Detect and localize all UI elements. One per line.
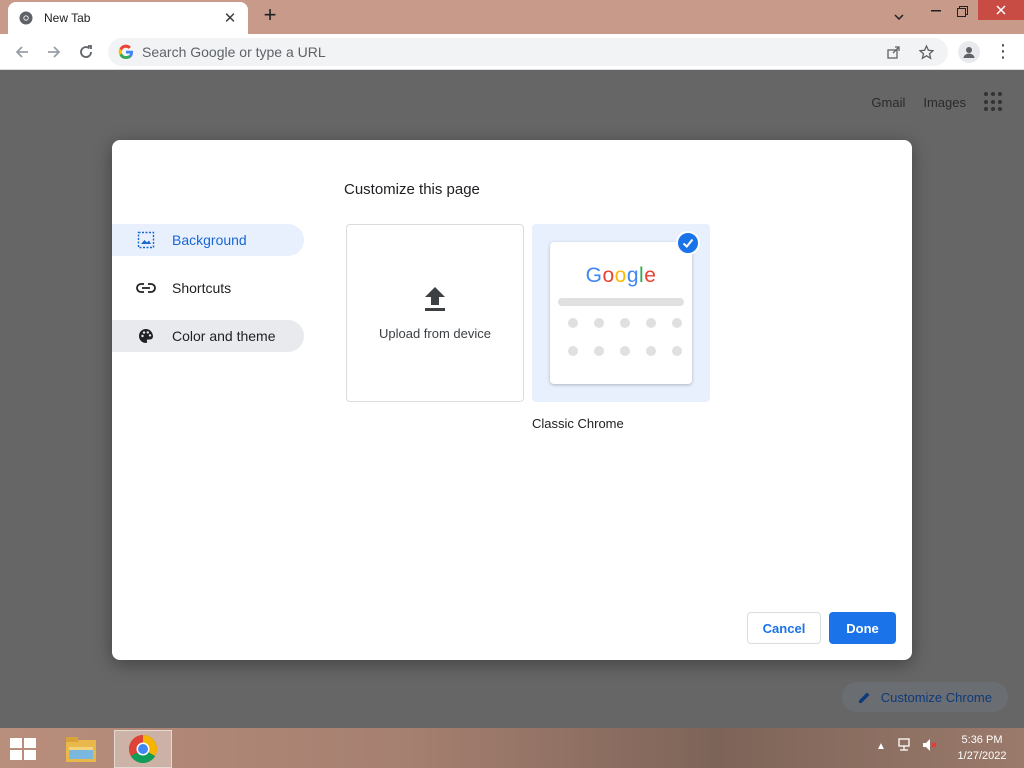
customize-chrome-label: Customize Chrome	[880, 689, 992, 705]
browser-toolbar: Search Google or type a URL ⋮	[0, 34, 1024, 70]
taskbar-clock[interactable]: 5:36 PM 1/27/2022	[950, 732, 1014, 764]
network-icon[interactable]	[896, 738, 912, 755]
classic-chrome-preview: Google	[550, 242, 692, 384]
volume-muted-icon[interactable]	[922, 738, 938, 755]
top-links: Gmail Images	[871, 92, 1004, 112]
windows-taskbar: ▲ 5:36 PM 1/27/2022	[0, 728, 1024, 768]
preview-shortcut-dots	[568, 318, 682, 356]
new-tab-button[interactable]: +	[258, 4, 282, 28]
link-icon	[136, 278, 156, 298]
tab-new-tab[interactable]: New Tab ✕	[8, 2, 248, 34]
system-tray: ▲	[876, 738, 938, 755]
customize-chrome-button[interactable]: Customize Chrome	[841, 682, 1008, 712]
clock-date: 1/27/2022	[957, 750, 1007, 762]
chrome-taskbar-icon[interactable]	[114, 730, 172, 768]
upload-icon	[425, 286, 445, 311]
palette-icon	[136, 326, 156, 346]
image-icon	[136, 230, 156, 250]
reload-icon[interactable]	[74, 40, 98, 64]
customize-dialog: Customize this page Background Shortcuts…	[112, 140, 912, 660]
upload-from-device-tile[interactable]: Upload from device	[346, 224, 524, 402]
preview-search-bar	[558, 298, 684, 306]
kebab-menu-icon[interactable]: ⋮	[993, 40, 1013, 64]
omnibox-input[interactable]: Search Google or type a URL	[142, 44, 884, 60]
sidebar-item-shortcuts[interactable]: Shortcuts	[112, 272, 304, 304]
forward-arrow-icon[interactable]	[42, 40, 66, 64]
tab-search-icon[interactable]	[888, 6, 910, 28]
tab-close-icon[interactable]: ✕	[222, 10, 238, 27]
gmail-link[interactable]: Gmail	[871, 95, 905, 110]
sidebar-item-label: Background	[172, 232, 247, 248]
windows-start-icon[interactable]	[10, 738, 38, 760]
profile-avatar-icon[interactable]	[958, 41, 980, 63]
cancel-button[interactable]: Cancel	[747, 612, 821, 644]
bookmark-star-icon[interactable]	[916, 42, 936, 62]
clock-time: 5:36 PM	[961, 734, 1003, 746]
pencil-icon	[858, 692, 870, 703]
omnibox[interactable]: Search Google or type a URL	[108, 38, 948, 66]
tab-title: New Tab	[44, 11, 91, 25]
sidebar-item-background[interactable]: Background	[112, 224, 304, 256]
upload-label: Upload from device	[379, 325, 491, 341]
sidebar-item-label: Shortcuts	[172, 280, 232, 296]
selected-check-icon	[676, 231, 700, 255]
chrome-icon	[18, 10, 34, 26]
apps-grid-icon[interactable]	[984, 92, 1004, 112]
back-arrow-icon[interactable]	[10, 40, 34, 64]
done-button[interactable]: Done	[829, 612, 896, 644]
tray-expand-icon[interactable]: ▲	[876, 741, 886, 752]
share-icon[interactable]	[884, 42, 904, 62]
classic-chrome-label: Classic Chrome	[532, 416, 624, 431]
minimize-icon[interactable]	[924, 0, 948, 22]
restore-icon[interactable]	[950, 0, 974, 22]
title-bar: New Tab ✕ +	[0, 0, 1024, 34]
classic-chrome-tile[interactable]: Google	[532, 224, 710, 402]
dialog-title: Customize this page	[344, 181, 480, 198]
close-window-icon[interactable]	[978, 0, 1024, 20]
google-g-icon	[118, 44, 134, 60]
sidebar-item-color-theme[interactable]: Color and theme	[112, 320, 304, 352]
sidebar-item-label: Color and theme	[172, 328, 276, 344]
images-link[interactable]: Images	[923, 95, 966, 110]
google-logo: Google	[585, 264, 657, 287]
file-explorer-icon[interactable]	[52, 730, 110, 768]
